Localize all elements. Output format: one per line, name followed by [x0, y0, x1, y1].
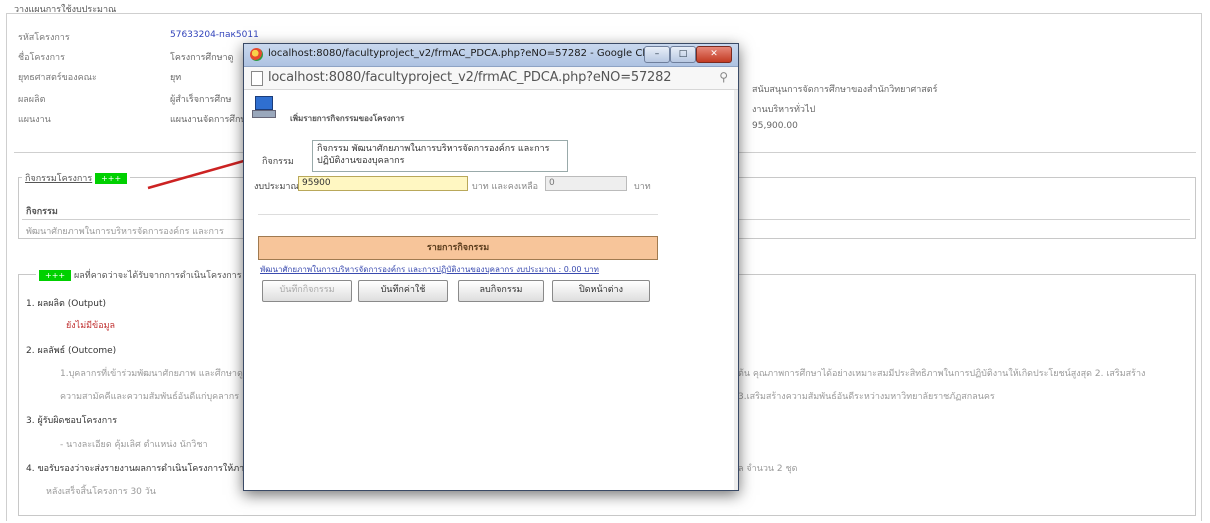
divider — [6, 13, 7, 521]
activity-textarea[interactable]: กิจกรรม พัฒนาศักยภาพในการบริหารจัดการองค… — [312, 140, 568, 172]
form-heading: เพิ่มรายการกิจกรรมของโครงการ — [290, 114, 405, 123]
page-icon — [251, 71, 263, 86]
activity-list-item[interactable]: พัฒนาศักยภาพในการบริหารจัดการองค์กร และก… — [260, 263, 656, 276]
save-expense-button[interactable]: บันทึกค่าใช้ — [358, 280, 448, 302]
save-activity-button[interactable]: บันทึกกิจกรรม — [262, 280, 352, 302]
divider — [6, 13, 1202, 14]
responsible-line: - นางละเอียด คุ้มเลิศ ตำแหน่ง นักวิชา — [60, 440, 208, 450]
close-window-button[interactable]: ปิดหน้าต่าง — [552, 280, 650, 302]
popup-titlebar[interactable]: localhost:8080/facultyproject_v2/frmAC_P… — [244, 44, 738, 67]
budget-label: งบประมาณ — [254, 182, 299, 192]
popup-scrollbar[interactable] — [734, 90, 738, 490]
remain-label: บาท และคงเหลือ — [472, 182, 539, 192]
outcome-line-1-right: ต้น คุณภาพการศึกษาได้อย่างเหมาะสมมีประสิ… — [738, 369, 1146, 379]
popup-window[interactable]: localhost:8080/facultyproject_v2/frmAC_P… — [243, 43, 739, 491]
divider — [258, 214, 658, 215]
address-bar[interactable]: localhost:8080/facultyproject_v2/frmAC_P… — [244, 67, 738, 90]
outcome-legend: +++ ผลที่คาดว่าจะได้รับจากการดำเนินโครงก… — [36, 268, 245, 282]
report-heading: 4. ขอรับรองว่าจะส่งรายงานผลการดำเนินโครง… — [26, 464, 261, 474]
activities-header: กิจกรรม — [26, 207, 58, 217]
outcome-add-badge[interactable]: +++ — [39, 270, 72, 281]
budget-input[interactable]: 95900 — [298, 176, 468, 191]
computer-icon — [252, 96, 276, 120]
popup-window-title: localhost:8080/facultyproject_v2/frmAC_P… — [268, 48, 662, 59]
minimize-icon[interactable]: – — [644, 46, 670, 63]
outcome-line-1: 1.บุคลากรที่เข้าร่วมพัฒนาศักยภาพ และศึกษ… — [60, 369, 259, 379]
responsible-heading: 3. ผู้รับผิดชอบโครงการ — [26, 416, 118, 426]
output-nodata: ยังไม่มีข้อมูล — [66, 321, 116, 331]
delete-activity-button[interactable]: ลบกิจกรรม — [458, 280, 544, 302]
outcome-line-2-right: 3.เสริมสร้างความสัมพันธ์อันดีระหว่างมหาว… — [738, 392, 995, 402]
close-icon[interactable]: ✕ — [696, 46, 732, 63]
activity-list-header: รายการกิจกรรม — [258, 236, 658, 260]
output-heading: 1. ผลผลิต (Output) — [26, 299, 107, 309]
right-value-budget: 95,900.00 — [752, 121, 798, 131]
maximize-icon[interactable]: □ — [670, 46, 696, 63]
outcome-line-2: ความสามัคคีและความสัมพันธ์อันดีแก่บุคลาก… — [60, 392, 240, 402]
chrome-icon — [250, 48, 263, 61]
activity-label: กิจกรรม — [262, 157, 294, 167]
outcome-heading: 2. ผลลัพธ์ (Outcome) — [26, 346, 117, 356]
right-value-department: สนับสนุนการจัดการศึกษาของสำนักวิทยาศาสตร… — [752, 85, 938, 95]
unit-label: บาท — [634, 182, 651, 192]
activities-row: พัฒนาศักยภาพในการบริหารจัดการองค์กร และก… — [26, 227, 224, 237]
activities-add-badge[interactable]: +++ — [95, 173, 128, 184]
right-value-work: งานบริหารทั่วไป — [752, 105, 816, 115]
project-code-link[interactable]: 57633204-пак5011 — [170, 30, 259, 40]
search-icon[interactable]: ⚲ — [719, 70, 728, 84]
report-line: หลังเสร็จสิ้นโครงการ 30 วัน — [46, 487, 156, 497]
remain-input: 0 — [545, 176, 627, 191]
activities-legend: กิจกรรมโครงการ +++ — [22, 171, 131, 185]
address-url[interactable]: localhost:8080/facultyproject_v2/frmAC_P… — [268, 70, 671, 85]
report-right: ล จำนวน 2 ชุด — [738, 464, 798, 474]
window-controls: – □ ✕ — [644, 46, 732, 63]
divider — [1201, 13, 1202, 521]
